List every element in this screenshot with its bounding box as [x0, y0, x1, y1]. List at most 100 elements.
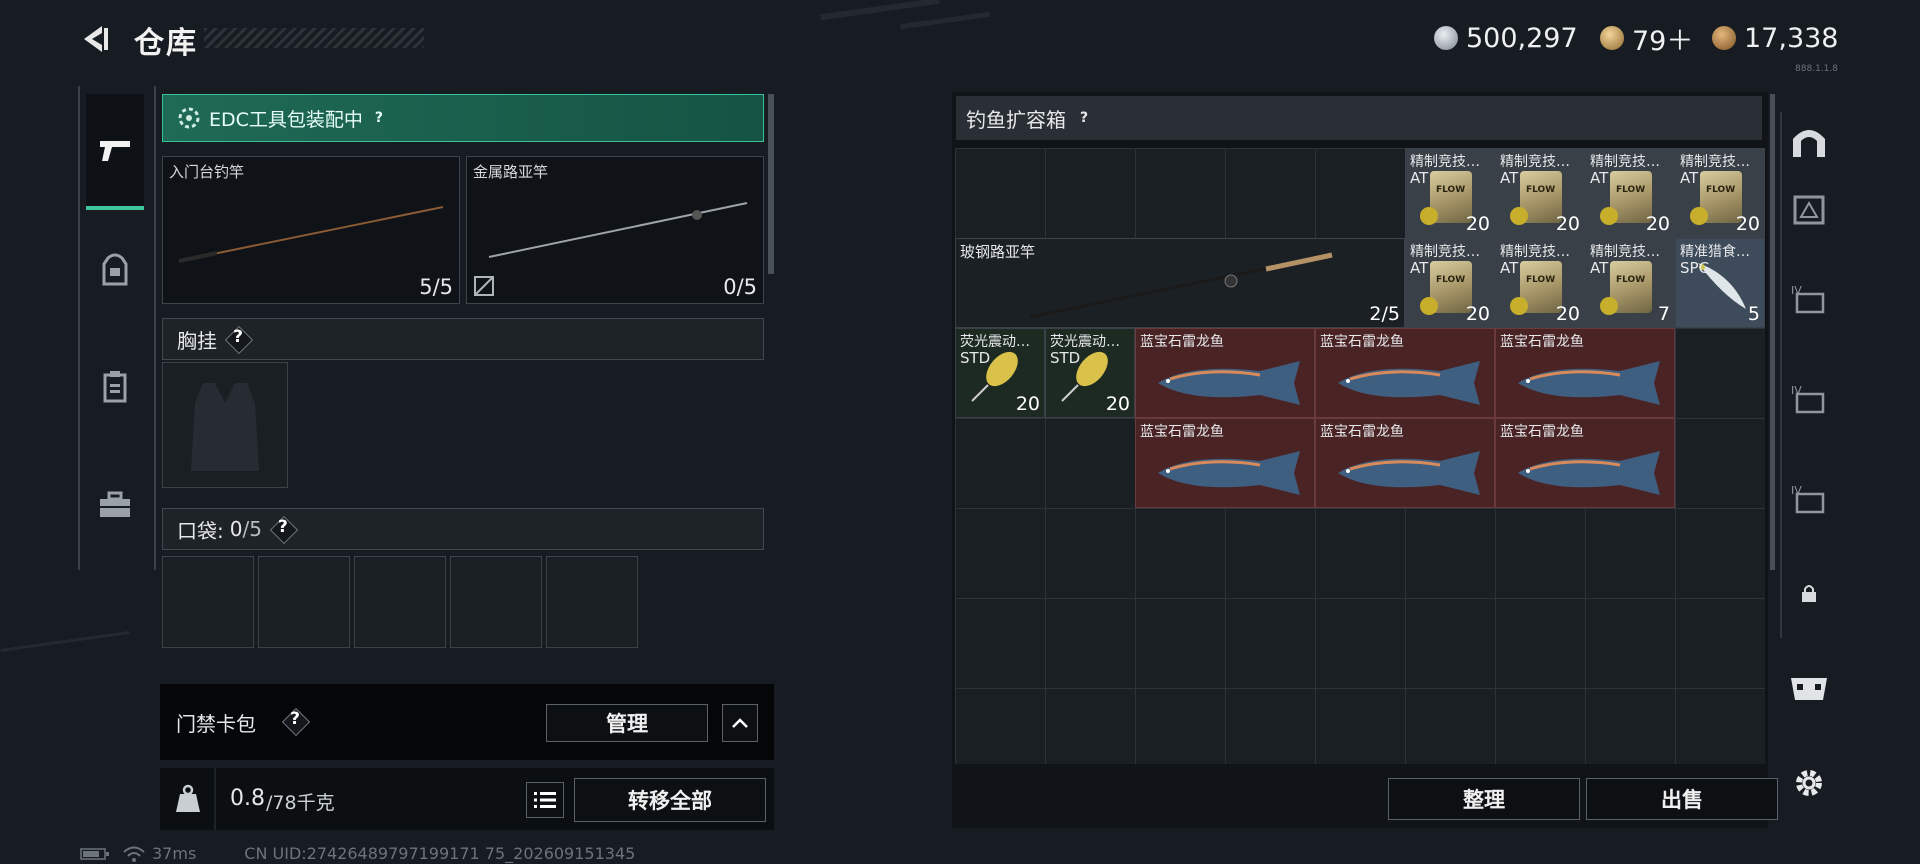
toolbox-icon	[100, 491, 130, 517]
disabled-rod-icon	[474, 276, 494, 296]
pocket-slot-5[interactable]	[546, 556, 638, 648]
left-scrollbar[interactable]	[768, 94, 774, 274]
manage-button[interactable]: 管理	[546, 704, 708, 742]
rod-slot-1[interactable]: 入门台钓竿 5/5	[162, 156, 460, 304]
uid-text: CN UID:27426489797199171 75_202609151345	[244, 844, 636, 863]
chest-rig-slot[interactable]	[162, 362, 288, 488]
weight-bar: 0.8 /78千克 转移全部	[160, 768, 774, 830]
transfer-all-button[interactable]: 转移全部	[574, 778, 766, 822]
fish-item[interactable]: 蓝宝石雷龙鱼	[1495, 328, 1675, 418]
snakehead-fish-image	[1158, 451, 1300, 495]
rail-box-container[interactable]	[1786, 186, 1832, 232]
pistol-icon	[100, 141, 130, 161]
bait-item[interactable]: FLOW 精制竞技… AT 20	[1675, 148, 1765, 238]
snakehead-fish-image	[1338, 451, 1480, 495]
chevron-up-icon	[732, 718, 748, 728]
folder-iv-icon: IV	[1791, 484, 1825, 514]
bait-item[interactable]: FLOW 精制竞技… AT 20	[1495, 148, 1585, 238]
storage-title: 钓鱼扩容箱	[966, 107, 1066, 132]
fishing-rod-image	[178, 206, 444, 263]
help-mark[interactable]: ?	[1080, 110, 1088, 126]
pocket-slot-3[interactable]	[354, 556, 446, 648]
arch-container-icon	[1793, 130, 1825, 157]
currency-silver: 500,297	[1434, 20, 1578, 56]
sell-button[interactable]: 出售	[1586, 778, 1778, 820]
rail-folder-4b[interactable]: IV	[1786, 376, 1832, 422]
back-arrow-icon[interactable]	[78, 22, 112, 56]
gear-badge-icon	[178, 107, 200, 129]
wifi-icon	[123, 846, 145, 862]
gamepad-container-icon	[1791, 678, 1827, 700]
tab-weapons[interactable]	[86, 94, 144, 210]
rod-slot-2[interactable]: 金属路亚竿 0/5	[466, 156, 764, 304]
tab-toolbox[interactable]	[86, 476, 144, 534]
rod-count: 0/5	[723, 275, 757, 299]
snakehead-fish-image	[1158, 361, 1300, 405]
lock-icon	[1802, 585, 1816, 602]
keycard-bar: 门禁卡包 ? 管理	[160, 684, 774, 760]
pocket-total: /5	[242, 517, 262, 541]
tab-backpack[interactable]	[86, 240, 144, 298]
lure-item[interactable]: 荧光震动… STD 20	[1045, 328, 1135, 418]
fish-item[interactable]: 蓝宝石雷龙鱼	[1135, 328, 1315, 418]
rail-folder-4c[interactable]: IV	[1786, 476, 1832, 522]
list-icon	[534, 792, 556, 808]
rail-arch-container[interactable]	[1786, 118, 1832, 164]
vest-silhouette-icon	[191, 383, 259, 471]
bait-item[interactable]: FLOW 精制竞技… AT 7	[1585, 238, 1675, 328]
keycard-label: 门禁卡包	[176, 712, 256, 736]
weight-current: 0.8	[230, 786, 265, 811]
rail-special-container[interactable]	[1786, 664, 1832, 710]
help-mark[interactable]: ?	[375, 110, 383, 126]
help-icon[interactable]: ?	[270, 516, 296, 542]
rod-name: 入门台钓竿	[169, 163, 245, 181]
special-bait-item[interactable]: 精准猎食… SPC 5	[1675, 238, 1765, 328]
rail-locked-slot[interactable]	[1786, 570, 1832, 616]
pocket-count: 0	[229, 517, 243, 541]
tab-vest[interactable]	[86, 358, 144, 416]
help-icon[interactable]: ?	[225, 326, 251, 352]
storage-header: 钓鱼扩容箱 ?	[956, 96, 1762, 140]
collapse-button[interactable]	[722, 704, 758, 742]
folder-iv-icon: IV	[1791, 384, 1825, 414]
edc-status-bar[interactable]: EDC工具包装配中 ?	[162, 94, 764, 142]
bait-item[interactable]: FLOW 精制竞技… AT 20	[1495, 238, 1585, 328]
currency-value: 17,338	[1744, 22, 1839, 54]
bait-item[interactable]: FLOW 精制竞技… AT 20	[1585, 148, 1675, 238]
sort-button[interactable]: 整理	[1388, 778, 1580, 820]
fish-item[interactable]: 蓝宝石雷龙鱼	[1315, 328, 1495, 418]
settings-button[interactable]	[1786, 760, 1832, 806]
help-icon[interactable]: ?	[282, 708, 308, 734]
currency-value: 500,297	[1466, 22, 1578, 54]
fishing-rod-image	[488, 202, 748, 258]
lure-item[interactable]: 荧光震动… STD 20	[955, 328, 1045, 418]
silver-coin-icon	[1434, 26, 1458, 50]
pocket-slot-4[interactable]	[450, 556, 542, 648]
weight-max: /78千克	[266, 792, 335, 814]
storage-scrollbar[interactable]	[1770, 94, 1775, 570]
bait-item[interactable]: FLOW 精制竞技… AT 20	[1405, 148, 1495, 238]
ping-text: 37ms	[152, 844, 197, 863]
fish-item[interactable]: 蓝宝石雷龙鱼	[1495, 418, 1675, 508]
rod-count: 5/5	[419, 275, 453, 299]
list-view-button[interactable]	[526, 782, 564, 818]
version-text: 888.1.1.8	[1795, 64, 1838, 74]
folder-iv-icon: IV	[1791, 284, 1825, 314]
currency-value: 79＋	[1632, 25, 1694, 57]
gear-icon	[1796, 770, 1822, 796]
snakehead-fish-image	[1518, 451, 1660, 495]
bait-item[interactable]: FLOW 精制竞技… AT 20	[1405, 238, 1495, 328]
weight-kg-icon	[176, 784, 200, 812]
rail-folder-4[interactable]: IV	[1786, 276, 1832, 322]
snakehead-fish-image	[1518, 361, 1660, 405]
chest-rig-label: 胸挂	[177, 328, 217, 353]
fish-item[interactable]: 蓝宝石雷龙鱼	[1315, 418, 1495, 508]
pocket-slot-1[interactable]	[162, 556, 254, 648]
page-title: 仓库	[134, 26, 198, 61]
gold-triangle-coin-icon	[1600, 26, 1624, 50]
rod-item[interactable]: 玻钢路亚竿 2/5	[955, 238, 1405, 328]
edc-label: EDC工具包装配中	[209, 108, 363, 131]
pocket-header: 口袋: 0 /5 ?	[162, 508, 764, 550]
fish-item[interactable]: 蓝宝石雷龙鱼	[1135, 418, 1315, 508]
pocket-slot-2[interactable]	[258, 556, 350, 648]
